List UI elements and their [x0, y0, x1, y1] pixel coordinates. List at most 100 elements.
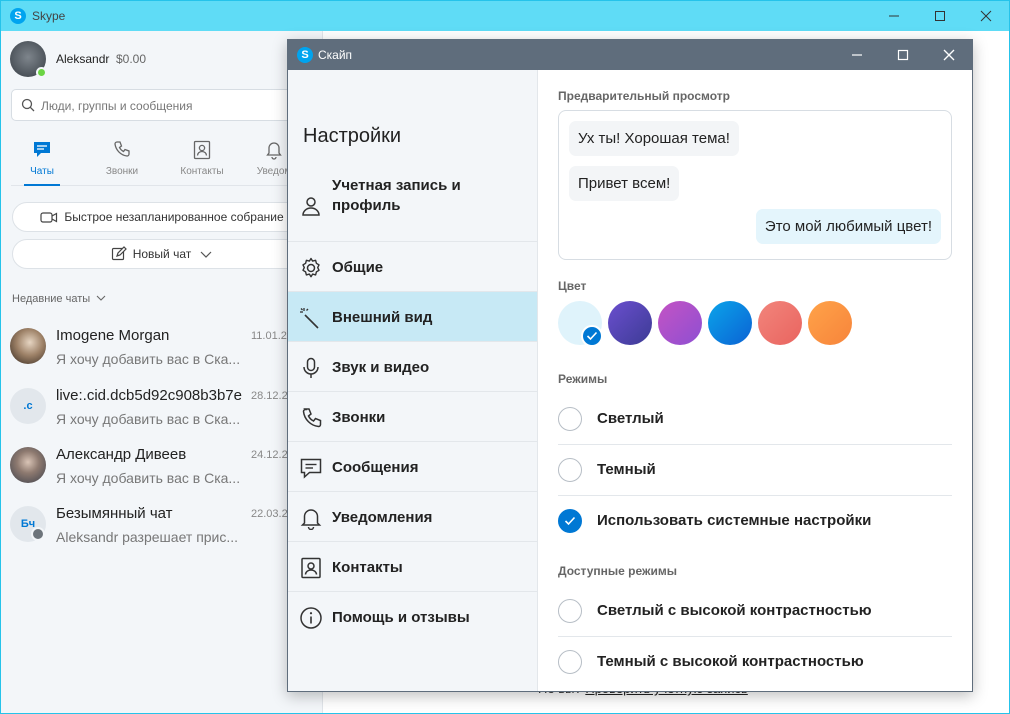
settings-nav-account[interactable]: Учетная запись и профиль	[288, 168, 537, 242]
settings-nav-label: Контакты	[332, 559, 403, 576]
meet-now-label: Быстрое незапланированное собрание	[64, 210, 283, 224]
search-icon	[21, 98, 35, 112]
chevron-down-icon	[96, 294, 106, 302]
skype-credit-balance[interactable]: $0.00	[116, 52, 146, 66]
search-box[interactable]	[11, 89, 301, 121]
settings-nav-contacts[interactable]: Контакты	[288, 542, 537, 592]
modes-label: Режимы	[558, 372, 607, 386]
settings-navigation: Настройки Учетная запись и профиль Общие…	[288, 70, 538, 692]
chat-list-item[interactable]: Александр Дивеев Я хочу добавить вас в С…	[1, 438, 323, 496]
contacts-icon	[192, 139, 212, 161]
chat-list-item[interactable]: Бч Безымянный чат Aleksandr разрешает пр…	[1, 497, 323, 555]
settings-nav-audio-video[interactable]: Звук и видео	[288, 342, 537, 392]
search-input[interactable]	[41, 96, 281, 116]
profile-name[interactable]: Aleksandr	[56, 52, 109, 66]
radio-button[interactable]	[558, 407, 582, 431]
minimize-button[interactable]	[871, 1, 917, 31]
recent-chats-filter[interactable]: Недавние чаты	[12, 293, 106, 305]
sidebar: Aleksandr $0.00 Чаты Звонки Контакты Уве…	[1, 31, 323, 714]
chat-preview: Aleksandr разрешает прис...	[56, 529, 246, 545]
radio-button-checked[interactable]	[558, 509, 582, 533]
color-swatch-light-blue[interactable]	[558, 301, 602, 345]
main-window-title: Skype	[32, 9, 65, 23]
tab-calls-label: Звонки	[92, 166, 152, 177]
settings-nav-label: Сообщения	[332, 459, 418, 476]
mode-option-system[interactable]: Использовать системные настройки	[558, 496, 952, 547]
settings-nav-label: Уведомления	[332, 509, 432, 526]
selected-check-icon	[581, 325, 603, 347]
chat-date: 24.12.2	[251, 449, 288, 461]
chat-name: Imogene Morgan	[56, 327, 246, 344]
mode-label: Светлый с высокой контрастностью	[597, 602, 872, 619]
settings-maximize-button[interactable]	[880, 40, 926, 70]
chat-avatar	[10, 447, 46, 483]
chat-list-item[interactable]: .c live:.cid.dcb5d92c908b3b7e Я хочу доб…	[1, 379, 323, 437]
settings-nav-label: Помощь и отзывы	[332, 609, 470, 626]
maximize-icon	[897, 49, 909, 61]
appearance-settings-panel: Предварительный просмотр Ух ты! Хорошая …	[538, 70, 972, 692]
close-icon	[980, 10, 992, 22]
color-swatch-purple[interactable]	[658, 301, 702, 345]
bell-icon	[264, 139, 284, 161]
color-swatch-coral[interactable]	[758, 301, 802, 345]
bell-icon	[299, 506, 323, 530]
tab-chats[interactable]: Чаты	[12, 139, 72, 189]
tab-contacts-label: Контакты	[172, 166, 232, 177]
microphone-icon	[299, 356, 323, 380]
mode-option-high-contrast-dark[interactable]: Темный с высокой контрастностью	[558, 637, 952, 688]
info-icon	[299, 606, 323, 630]
mode-label: Темный	[597, 461, 656, 478]
tab-contacts[interactable]: Контакты	[172, 139, 232, 189]
close-button[interactable]	[963, 1, 1009, 31]
mode-option-dark[interactable]: Темный	[558, 445, 952, 496]
chat-name: Александр Дивеев	[56, 446, 246, 463]
settings-nav-label: Общие	[332, 259, 383, 276]
checkmark-icon	[564, 516, 576, 526]
color-swatch-blue[interactable]	[708, 301, 752, 345]
phone-icon	[299, 406, 323, 430]
chat-preview: Я хочу добавить вас в Ска...	[56, 411, 246, 427]
skype-logo-icon: S	[297, 47, 313, 63]
chevron-down-icon	[199, 249, 213, 259]
chat-preview: Я хочу добавить вас в Ска...	[56, 470, 246, 486]
settings-nav-notifications[interactable]: Уведомления	[288, 492, 537, 542]
settings-nav-label: Звук и видео	[332, 359, 429, 376]
mode-option-light[interactable]: Светлый	[558, 394, 952, 445]
radio-button[interactable]	[558, 458, 582, 482]
new-chat-button[interactable]: Новый чат	[12, 239, 312, 269]
settings-nav-appearance[interactable]: Внешний вид	[288, 292, 537, 342]
settings-nav-general[interactable]: Общие	[288, 242, 537, 292]
chat-list-item[interactable]: Imogene Morgan Я хочу добавить вас в Ска…	[1, 319, 323, 377]
radio-button[interactable]	[558, 599, 582, 623]
settings-dialog: S Скайп Настройки Учетная запись и профи…	[287, 39, 973, 692]
mode-label: Светлый	[597, 410, 664, 427]
maximize-button[interactable]	[917, 1, 963, 31]
settings-heading: Настройки	[303, 125, 401, 148]
chat-preview: Я хочу добавить вас в Ска...	[56, 351, 246, 367]
meet-now-button[interactable]: Быстрое незапланированное собрание	[12, 202, 312, 232]
message-icon	[299, 456, 323, 480]
preview-message-incoming: Ух ты! Хорошая тема!	[569, 121, 739, 156]
compose-icon	[111, 246, 127, 262]
profile-avatar[interactable]	[10, 41, 46, 77]
color-swatch-indigo[interactable]	[608, 301, 652, 345]
chat-name: live:.cid.dcb5d92c908b3b7e	[56, 387, 246, 404]
magic-wand-icon	[299, 306, 323, 330]
tab-calls[interactable]: Звонки	[92, 139, 152, 189]
color-swatch-orange[interactable]	[808, 301, 852, 345]
chat-icon	[32, 139, 52, 161]
settings-nav-help[interactable]: Помощь и отзывы	[288, 592, 537, 642]
settings-nav-messages[interactable]: Сообщения	[288, 442, 537, 492]
settings-titlebar: S Скайп	[288, 40, 972, 70]
minimize-icon	[888, 10, 900, 22]
settings-close-button[interactable]	[926, 40, 972, 70]
radio-button[interactable]	[558, 650, 582, 674]
mode-option-high-contrast-light[interactable]: Светлый с высокой контрастностью	[558, 586, 952, 637]
phone-icon	[112, 139, 132, 161]
gear-icon	[299, 256, 323, 280]
chat-date: 28.12.2	[251, 390, 288, 402]
settings-nav-calls[interactable]: Звонки	[288, 392, 537, 442]
settings-minimize-button[interactable]	[834, 40, 880, 70]
contacts-icon	[299, 556, 323, 580]
new-chat-label: Новый чат	[133, 247, 192, 261]
